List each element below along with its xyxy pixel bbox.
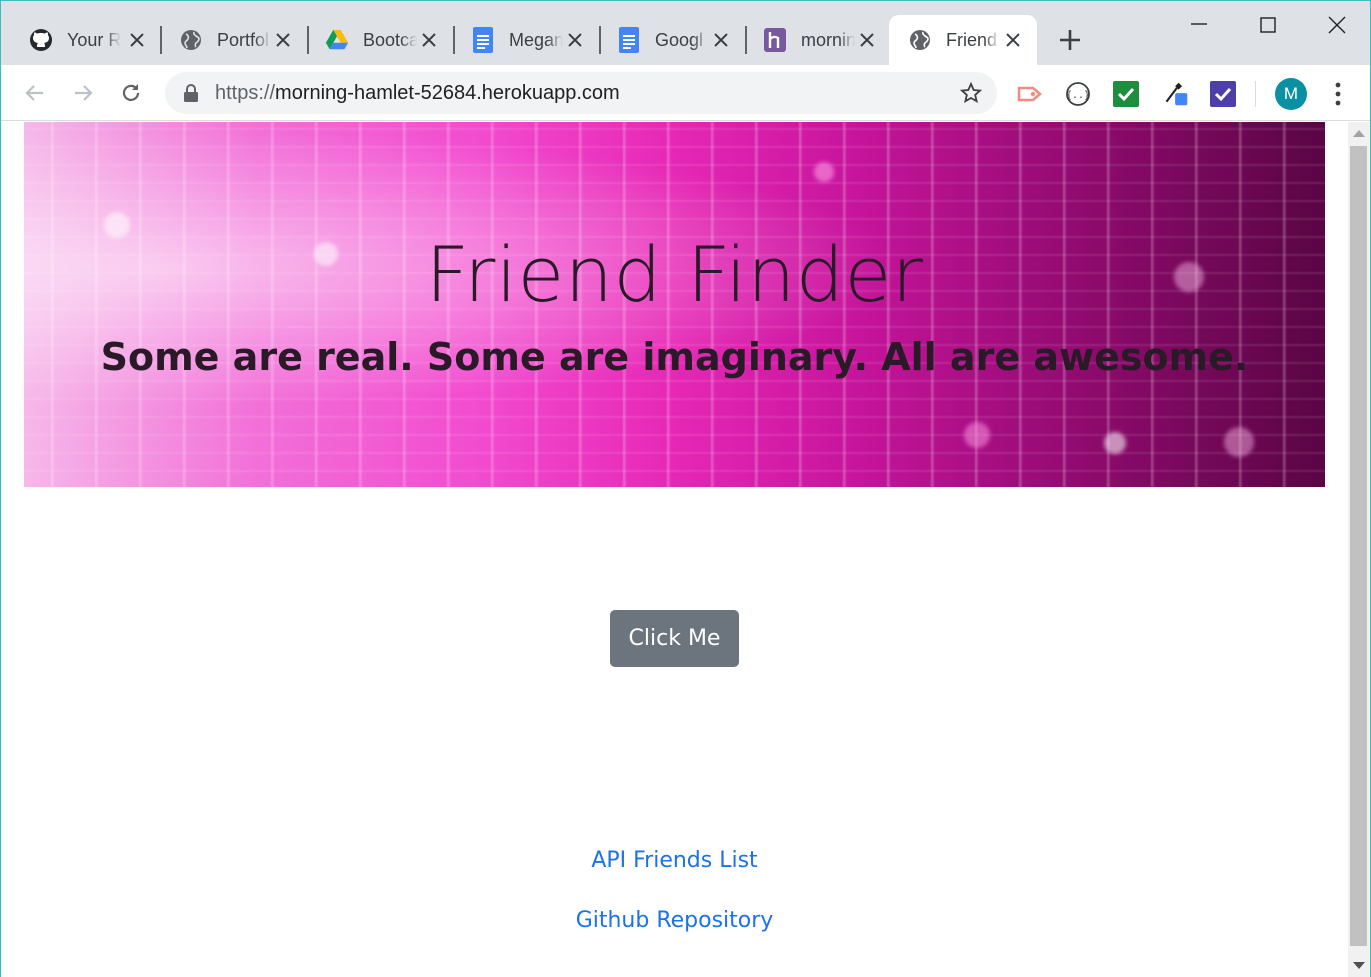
address-bar[interactable]: https://morning-hamlet-52684.herokuapp.c… xyxy=(165,72,997,114)
close-icon xyxy=(1328,16,1346,34)
tab-heroku[interactable]: mornin xyxy=(745,15,891,65)
extension-task-icon[interactable] xyxy=(1210,81,1236,107)
page-scrollbar[interactable] xyxy=(1348,122,1370,977)
page-viewport: Friend Finder Some are real. Some are im… xyxy=(1,122,1348,977)
bokeh-light xyxy=(964,422,990,448)
globe-icon xyxy=(908,28,932,52)
extension-checkmark-icon[interactable] xyxy=(1113,81,1139,107)
globe-icon xyxy=(179,28,203,52)
toolbar-separator xyxy=(1255,81,1256,107)
extension-json-icon[interactable]: {..} xyxy=(1065,81,1091,107)
close-icon[interactable] xyxy=(419,30,439,50)
tab-friend-finder[interactable]: Friend xyxy=(889,15,1037,65)
scroll-down-arrow-icon[interactable] xyxy=(1353,962,1365,969)
arrow-left-icon xyxy=(25,85,43,101)
new-tab-button[interactable] xyxy=(1057,27,1083,53)
bookmark-star-icon[interactable] xyxy=(959,81,983,105)
tab-title: Your R xyxy=(67,29,121,50)
tab-portfolio[interactable]: Portfol xyxy=(161,15,307,65)
reload-button[interactable] xyxy=(117,79,145,107)
url-text: https://morning-hamlet-52684.herokuapp.c… xyxy=(215,82,620,105)
google-docs-icon xyxy=(617,27,641,53)
extension-eyedropper-icon[interactable] xyxy=(1163,81,1189,107)
tab-title: Friend xyxy=(946,29,998,50)
lock-icon[interactable] xyxy=(183,84,199,102)
api-friends-list-link[interactable]: API Friends List xyxy=(1,848,1348,873)
more-vert-icon xyxy=(1335,82,1341,106)
plus-icon xyxy=(1060,30,1080,50)
tab-title: Bootca xyxy=(363,29,417,50)
tab-google-doc[interactable]: Googl xyxy=(599,15,745,65)
tab-title: Portfol xyxy=(217,29,270,50)
close-icon[interactable] xyxy=(857,30,877,50)
extension-tag-icon[interactable] xyxy=(1017,81,1043,107)
tab-strip: Your R Portfol Bootca Megan Googl mornin… xyxy=(1,1,1370,65)
maximize-icon xyxy=(1260,17,1276,33)
page-tagline: Some are real. Some are imaginary. All a… xyxy=(100,335,1249,379)
github-repository-link[interactable]: Github Repository xyxy=(1,908,1348,933)
bokeh-light xyxy=(814,162,834,182)
reload-icon xyxy=(122,84,140,101)
tab-title: Googl xyxy=(655,29,704,50)
minimize-button[interactable] xyxy=(1187,13,1211,37)
url-host: morning-hamlet-52684.herokuapp.com xyxy=(275,82,620,104)
github-icon xyxy=(29,28,53,52)
tab-title: Megan xyxy=(509,29,563,50)
url-scheme: https:// xyxy=(215,82,276,104)
profile-avatar[interactable]: M xyxy=(1275,78,1307,110)
scrollbar-thumb[interactable] xyxy=(1350,146,1367,946)
google-drive-icon xyxy=(325,28,349,52)
browser-toolbar: https://morning-hamlet-52684.herokuapp.c… xyxy=(1,65,1370,121)
back-button[interactable] xyxy=(21,79,49,107)
tab-github[interactable]: Your R xyxy=(1,15,161,65)
google-docs-icon xyxy=(471,27,495,53)
forward-button[interactable] xyxy=(69,79,97,107)
tab-title: mornin xyxy=(801,29,855,50)
close-icon[interactable] xyxy=(127,30,147,50)
minimize-icon xyxy=(1191,23,1207,25)
svg-text:{..}: {..} xyxy=(1066,90,1090,101)
browser-menu-button[interactable] xyxy=(1329,81,1347,107)
bokeh-light xyxy=(1104,432,1126,454)
close-icon[interactable] xyxy=(1003,30,1023,50)
hero-banner: Friend Finder Some are real. Some are im… xyxy=(24,122,1325,487)
page-title: Friend Finder xyxy=(425,230,924,319)
close-icon[interactable] xyxy=(711,30,731,50)
scroll-up-arrow-icon[interactable] xyxy=(1353,130,1365,137)
profile-initial: M xyxy=(1283,84,1299,103)
close-icon[interactable] xyxy=(273,30,293,50)
heroku-icon xyxy=(763,28,787,52)
maximize-button[interactable] xyxy=(1256,13,1280,37)
tab-bootcamp[interactable]: Bootca xyxy=(307,15,453,65)
close-window-button[interactable] xyxy=(1325,13,1349,37)
arrow-right-icon xyxy=(75,85,93,101)
click-me-button[interactable]: Click Me xyxy=(610,610,739,667)
bokeh-light xyxy=(1224,427,1254,457)
tab-megan[interactable]: Megan xyxy=(453,15,599,65)
close-icon[interactable] xyxy=(565,30,585,50)
